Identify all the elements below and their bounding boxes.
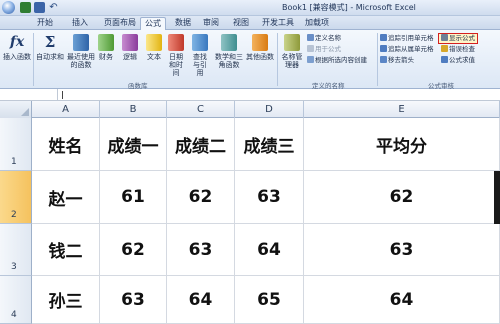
recent-functions-button[interactable]: 最近使用的函数 <box>66 34 96 69</box>
create-from-selection-button[interactable]: 根据所选内容创建 <box>307 56 367 65</box>
column-header-a[interactable]: A <box>32 101 100 118</box>
tab-formulas[interactable]: 公式 <box>140 17 166 30</box>
select-all-corner[interactable] <box>0 101 32 118</box>
book-icon <box>252 34 268 51</box>
show-formulas-button[interactable]: 显示公式 <box>438 33 478 44</box>
column-header-d[interactable]: D <box>235 101 304 118</box>
worksheet: A B C D E 1 姓名 成绩一 成绩二 成绩三 平均分 2 赵一 61 6… <box>0 101 500 324</box>
cell-c2[interactable]: 62 <box>167 171 235 224</box>
logical-button[interactable]: 逻辑 <box>121 34 139 61</box>
more-functions-button[interactable]: 其他函数 <box>246 34 274 61</box>
office-button[interactable] <box>2 1 15 14</box>
eraser-icon <box>380 56 387 63</box>
cell-d4[interactable]: 65 <box>235 276 304 324</box>
column-header-e[interactable]: E <box>304 101 500 118</box>
cell-b4[interactable]: 63 <box>100 276 167 324</box>
arrow-icon <box>380 45 387 52</box>
column-header-b[interactable]: B <box>100 101 167 118</box>
undo-icon[interactable]: ↶ <box>48 2 59 13</box>
formula-bar[interactable] <box>0 89 500 101</box>
cell-b1[interactable]: 成绩一 <box>100 118 167 171</box>
corner-triangle-icon <box>21 108 29 116</box>
tab-data[interactable]: 数据 <box>175 17 191 30</box>
book-icon <box>122 34 138 51</box>
text-functions-button[interactable]: 文本 <box>145 34 163 61</box>
window-title: Book1 [兼容模式] - Microsoft Excel <box>282 3 416 12</box>
column-header-row: A B C D E <box>0 101 500 118</box>
formula-icon <box>307 45 314 52</box>
lookup-reference-button[interactable]: 查找与引用 <box>190 34 210 77</box>
cell-e4[interactable]: 64 <box>304 276 500 324</box>
title-bar: ↶ Book1 [兼容模式] - Microsoft Excel <box>0 0 500 16</box>
name-manager-icon <box>284 34 300 51</box>
book-icon <box>192 34 208 51</box>
column-header-c[interactable]: C <box>167 101 235 118</box>
text-cursor <box>62 91 63 99</box>
error-checking-button[interactable]: 错误检查 <box>441 45 475 54</box>
row-header[interactable]: 3 <box>0 224 32 276</box>
date-time-button[interactable]: 日期和时间 <box>166 34 186 77</box>
book-icon <box>98 34 114 51</box>
cell-b3[interactable]: 62 <box>100 224 167 276</box>
warning-icon <box>441 45 448 52</box>
tab-insert[interactable]: 插入 <box>72 17 88 30</box>
cell-c1[interactable]: 成绩二 <box>167 118 235 171</box>
cell-e1[interactable]: 平均分 <box>304 118 500 171</box>
tab-home[interactable]: 开始 <box>37 17 53 30</box>
cell-e3[interactable]: 63 <box>304 224 500 276</box>
sigma-icon: Σ <box>44 33 56 51</box>
book-icon <box>73 34 89 51</box>
ribbon: fx 插入函数 Σ 自动求和 最近使用的函数 财务 逻辑 文本 日期和时间 查找… <box>0 30 500 90</box>
remove-arrows-button[interactable]: 移去箭头 <box>380 56 414 65</box>
cell-b2[interactable]: 61 <box>100 171 167 224</box>
save-icon[interactable] <box>34 2 45 13</box>
use-in-formula-button[interactable]: 用于公式 <box>307 45 341 54</box>
tab-addins[interactable]: 加载项 <box>305 17 329 30</box>
tab-developer[interactable]: 开发工具 <box>262 17 294 30</box>
book-icon <box>146 34 162 51</box>
cell-d3[interactable]: 64 <box>235 224 304 276</box>
cell-e2[interactable]: 62 <box>304 171 500 224</box>
group-separator <box>277 33 278 86</box>
cell-a1[interactable]: 姓名 <box>32 118 100 171</box>
math-trig-button[interactable]: 数学和三角函数 <box>214 34 244 69</box>
excel-icon <box>20 2 31 13</box>
trace-precedents-button[interactable]: 追踪引用单元格 <box>380 34 434 43</box>
name-box[interactable] <box>0 89 58 100</box>
grid-icon <box>307 56 314 63</box>
formula-sheet-icon <box>441 34 448 41</box>
trace-dependents-button[interactable]: 追踪从属单元格 <box>380 45 434 54</box>
row-header[interactable]: 2 <box>0 171 32 224</box>
cell-c3[interactable]: 63 <box>167 224 235 276</box>
arrow-icon <box>380 34 387 41</box>
evaluate-formula-button[interactable]: 公式求值 <box>441 56 475 65</box>
name-manager-button[interactable]: 名称管理器 <box>279 34 305 69</box>
row-header[interactable]: 1 <box>0 118 32 171</box>
insert-function-button[interactable]: fx 插入函数 <box>3 34 31 61</box>
book-icon <box>221 34 237 51</box>
cell-d1[interactable]: 成绩三 <box>235 118 304 171</box>
tab-review[interactable]: 审阅 <box>203 17 219 30</box>
tag-icon <box>307 34 314 41</box>
tab-page-layout[interactable]: 页面布局 <box>104 17 136 30</box>
cell-c4[interactable]: 64 <box>167 276 235 324</box>
cell-a3[interactable]: 钱二 <box>32 224 100 276</box>
financial-button[interactable]: 财务 <box>97 34 115 61</box>
group-separator <box>377 33 378 86</box>
cell-d2[interactable]: 63 <box>235 171 304 224</box>
cell-a2[interactable]: 赵一 <box>32 171 100 224</box>
book-icon <box>168 34 184 51</box>
row-header[interactable]: 4 <box>0 276 32 324</box>
ribbon-tabs: 开始 插入 页面布局 公式 数据 审阅 视图 开发工具 加载项 <box>0 16 500 30</box>
autosum-button[interactable]: Σ 自动求和 <box>36 33 64 62</box>
fx-icon: fx <box>9 34 25 50</box>
tab-view[interactable]: 视图 <box>233 17 249 30</box>
define-name-button[interactable]: 定义名称 <box>307 34 341 43</box>
evaluate-icon <box>441 56 448 63</box>
selection-border <box>494 171 500 224</box>
group-separator <box>33 33 34 86</box>
cell-a4[interactable]: 孙三 <box>32 276 100 324</box>
